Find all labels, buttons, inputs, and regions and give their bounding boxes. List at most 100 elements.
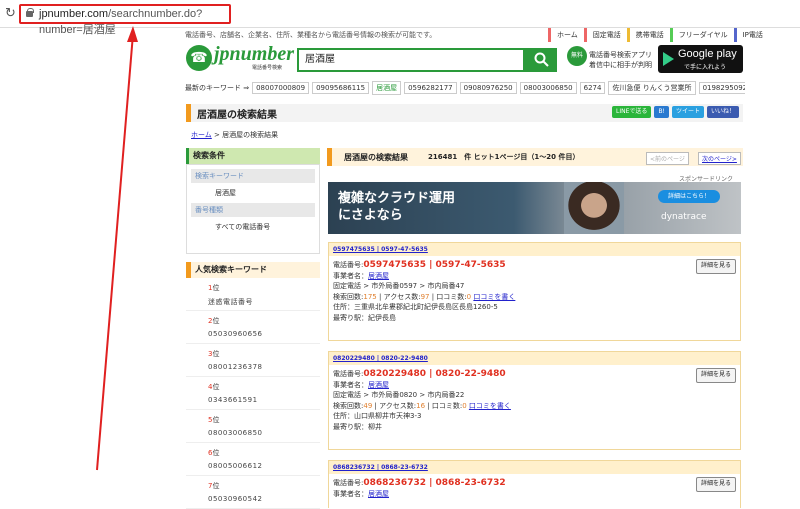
detail-button[interactable]: 詳細を見る bbox=[695, 259, 736, 274]
nav-freedial[interactable]: フリーダイヤル bbox=[669, 28, 734, 42]
biz-label: 事業者名： bbox=[333, 380, 368, 389]
ad-line1: 複雑なクラウド運用 bbox=[338, 191, 456, 206]
search-conditions-title: 検索条件 bbox=[186, 148, 320, 164]
popular-item[interactable]: 1位 迷惑電話番号 bbox=[186, 278, 320, 311]
nav-mobile[interactable]: 携帯電話 bbox=[626, 28, 670, 42]
tel-number: 0868236732 | 0868-23-6732 bbox=[363, 478, 506, 488]
nav-home[interactable]: ホーム bbox=[548, 28, 584, 42]
biz-label: 事業者名： bbox=[333, 489, 368, 498]
facebook-like-button[interactable]: いいね！ bbox=[706, 106, 739, 118]
popular-text[interactable]: 08001236378 bbox=[208, 363, 320, 371]
comments-count: 0 bbox=[466, 292, 472, 301]
search-input[interactable]: 居酒屋 bbox=[297, 48, 525, 72]
entry-body: 詳細を見る 電話番号:0820229480 | 0820-22-9480 事業者… bbox=[329, 365, 740, 436]
url-field[interactable]: jpnumber.com/searchnumber.do?number=居酒屋 bbox=[19, 4, 231, 36]
results-area: 居酒屋の検索結果 216481 件 ヒット1ページ目（1～20 件目） <前のペ… bbox=[327, 148, 743, 508]
keywords-label: 最新のキーワード ⇒ bbox=[185, 84, 250, 92]
address: 住所：三重県北牟婁郡紀北町紀伊長島区長島1260-5 bbox=[333, 303, 498, 311]
logo-text: jpnumber bbox=[214, 43, 295, 65]
popular-text[interactable]: 08005006612 bbox=[208, 462, 320, 470]
keyword-link[interactable]: 佐川急便 りんくう営業所 bbox=[608, 81, 696, 95]
biz-link[interactable]: 居酒屋 bbox=[368, 272, 389, 280]
nearest-station: 最寄り駅：紀伊長島 bbox=[333, 313, 396, 322]
search-icon bbox=[534, 52, 549, 67]
write-review-link[interactable]: 口コミを書く bbox=[469, 402, 511, 410]
google-play-button[interactable]: Google play で手に入れよう bbox=[658, 45, 743, 73]
results-title: 居酒屋の検索結果 bbox=[344, 153, 408, 162]
ad-photo bbox=[564, 182, 624, 234]
entry-body: 詳細を見る 電話番号:0868236732 | 0868-23-6732 事業者… bbox=[329, 474, 740, 503]
tweet-button[interactable]: ツイート bbox=[671, 106, 704, 118]
popular-text[interactable]: 05030960656 bbox=[208, 330, 320, 338]
keyword-link[interactable]: 08007000809 bbox=[252, 82, 310, 94]
biz-link[interactable]: 居酒屋 bbox=[368, 490, 389, 498]
keyword-link[interactable]: 09095686115 bbox=[312, 82, 370, 94]
site-logo[interactable]: ☎ jpnumber 電話番号検索 bbox=[186, 43, 295, 73]
popular-text[interactable]: 05030960542 bbox=[208, 495, 320, 503]
popular-text[interactable]: 08003006850 bbox=[208, 429, 320, 437]
result-entry: 0868236732 | 0868-23-6732 詳細を見る 電話番号:086… bbox=[328, 460, 741, 508]
popular-text[interactable]: 迷惑電話番号 bbox=[208, 297, 320, 307]
keyword-link[interactable]: 居酒屋 bbox=[372, 81, 402, 95]
url-host: jpnumber.com bbox=[39, 8, 109, 20]
rank-suffix: 位 bbox=[212, 350, 220, 358]
keyword-link[interactable]: 08003006850 bbox=[519, 82, 577, 94]
number-type: 固定電話 > 市外局番0597 > 市内局番47 bbox=[333, 282, 465, 290]
entry-head-link[interactable]: 0820229480 | 0820-22-9480 bbox=[333, 355, 428, 362]
search-conditions: 検索キーワード 居酒屋 番号種類 すべての電話番号 bbox=[186, 164, 320, 254]
biz-label: 事業者名： bbox=[333, 271, 368, 280]
nav-landline[interactable]: 固定電話 bbox=[583, 28, 627, 42]
detail-button[interactable]: 詳細を見る bbox=[695, 477, 736, 492]
free-badge: 無料 bbox=[567, 46, 587, 66]
comments-label: | 口コミ数: bbox=[425, 401, 463, 410]
rank-suffix: 位 bbox=[212, 317, 220, 325]
detail-button[interactable]: 詳細を見る bbox=[695, 368, 736, 383]
breadcrumb: ホーム > 居酒屋の検索結果 bbox=[191, 130, 278, 140]
entry-head-link[interactable]: 0868236732 | 0868-23-6732 bbox=[333, 464, 428, 471]
popular-item[interactable]: 2位 05030960656 bbox=[186, 311, 320, 344]
ad-detail-button[interactable]: 詳細はこちら！ bbox=[658, 190, 720, 203]
line-share-button[interactable]: LINEで送る bbox=[612, 106, 652, 118]
popular-item[interactable]: 5位 08003006850 bbox=[186, 410, 320, 443]
play-icon bbox=[663, 52, 674, 66]
reload-icon[interactable]: ↻ bbox=[5, 6, 16, 21]
page-title-bar: 居酒屋の検索結果 LINEで送る B! ツイート いいね！ bbox=[186, 104, 743, 122]
ad-banner[interactable]: 複雑なクラウド運用 にさよなら 詳細はこちら！ dynatrace bbox=[328, 182, 741, 234]
nav-ip[interactable]: IP電話 bbox=[733, 28, 769, 42]
phone-icon: ☎ bbox=[186, 45, 212, 71]
views-count: 49 bbox=[363, 401, 373, 410]
app-promo: 電話番号検索アプリ 着信中に相手が判明 bbox=[589, 50, 652, 70]
popular-item[interactable]: 7位 05030960542 bbox=[186, 476, 320, 509]
sidebar: 検索条件 検索キーワード 居酒屋 番号種類 すべての電話番号 人気検索キーワード… bbox=[186, 148, 320, 509]
access-count: 16 bbox=[416, 401, 426, 410]
popular-item[interactable]: 6位 08005006612 bbox=[186, 443, 320, 476]
prev-page-button[interactable]: <前のページ bbox=[646, 152, 689, 165]
popular-text[interactable]: 0343661591 bbox=[208, 396, 320, 404]
result-entry: 0597475635 | 0597-47-5635 詳細を見る 電話番号:059… bbox=[328, 242, 741, 341]
popular-item[interactable]: 4位 0343661591 bbox=[186, 377, 320, 410]
tagline: 電話番号、店舗名、企業名、住所、業種名から電話番号情報の検索が可能です。 bbox=[185, 31, 437, 39]
keyword-link[interactable]: 6274 bbox=[579, 82, 606, 94]
entry-head: 0868236732 | 0868-23-6732 bbox=[329, 461, 740, 474]
nearest-station: 最寄り駅：柳井 bbox=[333, 422, 382, 431]
write-review-link[interactable]: 口コミを書く bbox=[473, 293, 515, 301]
popular-item[interactable]: 3位 08001236378 bbox=[186, 344, 320, 377]
breadcrumb-home[interactable]: ホーム bbox=[191, 131, 212, 139]
keyword-link[interactable]: 09080976250 bbox=[459, 82, 517, 94]
search-button[interactable] bbox=[525, 48, 557, 72]
cond-type-value: すべての電話番号 bbox=[215, 223, 271, 231]
views-label: 検索回数: bbox=[333, 401, 364, 410]
keyword-link[interactable]: 0596282177 bbox=[404, 82, 457, 94]
rank-suffix: 位 bbox=[212, 482, 220, 490]
keyword-link[interactable]: 0198295092 bbox=[698, 82, 745, 94]
biz-link[interactable]: 居酒屋 bbox=[368, 381, 389, 389]
hatena-bookmark-button[interactable]: B! bbox=[654, 106, 669, 118]
next-page-button[interactable]: 次のページ> bbox=[698, 152, 741, 165]
gplay-label: Google play bbox=[678, 48, 737, 60]
entry-head-link[interactable]: 0597475635 | 0597-47-5635 bbox=[333, 246, 428, 253]
rank-suffix: 位 bbox=[212, 383, 220, 391]
ad-headline: 複雑なクラウド運用 にさよなら bbox=[338, 190, 455, 224]
tel-label: 電話番号: bbox=[333, 370, 364, 378]
tel-label: 電話番号: bbox=[333, 261, 364, 269]
comments-label: | 口コミ数: bbox=[429, 292, 467, 301]
